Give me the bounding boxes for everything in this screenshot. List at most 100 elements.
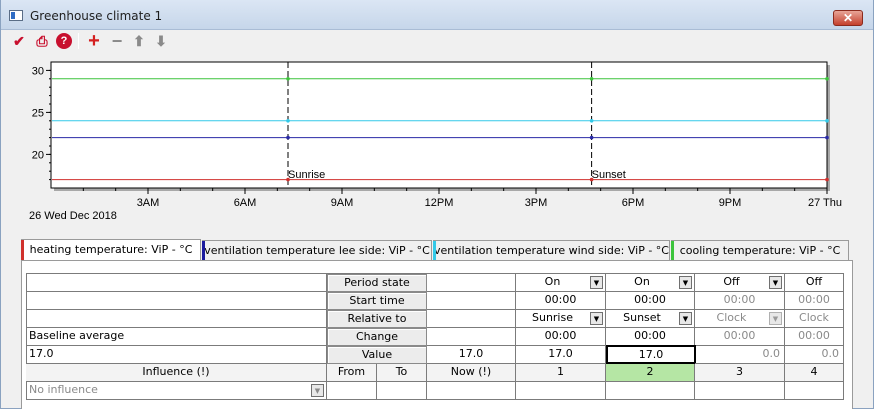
tab-label: ventilation temperature lee side: ViP - … [204,244,430,257]
period-4-state-select[interactable]: Off [785,274,844,292]
period-3-start-time[interactable]: 00:00 [695,292,785,310]
arrow-down-icon[interactable]: ⬇ [152,32,170,50]
period-1-relative-select[interactable]: Sunrise ▼ [516,310,606,328]
tab-cooling-temperature[interactable]: cooling temperature: ViP - °C [671,240,849,261]
period-4-header[interactable]: 4 [785,364,844,382]
table-cell-empty [26,274,327,292]
value-button[interactable]: Value [327,346,427,364]
period-4-state-value: Off [805,275,823,288]
table-cell-empty [26,310,327,328]
x-tick-label: 3AM [137,197,160,209]
checkmark-icon[interactable]: ✔ [10,32,28,50]
period-2-header[interactable]: 2 [606,364,695,382]
series-point [286,135,290,140]
x-tick-label: 12PM [425,197,454,209]
series-point [286,119,290,123]
period-4-influence [785,382,844,400]
from-cell[interactable] [327,382,377,400]
y-tick-label: 30 [32,65,44,77]
relative-to-button[interactable]: Relative to [327,310,427,328]
period-state-button[interactable]: Period state [327,274,427,292]
now-header[interactable]: Now (!) [427,364,516,382]
from-header[interactable]: From [327,364,377,382]
chevron-down-icon[interactable]: ▼ [679,276,692,289]
x-tick-label: 9AM [331,197,354,209]
period-1-header[interactable]: 1 [516,364,606,382]
period-3-value[interactable]: 0.0 [695,346,785,364]
series-point [825,77,829,81]
current-value: 17.0 [427,346,516,364]
period-2-relative-value: Sunset [623,311,661,324]
table-cell-empty [427,274,516,292]
period-4-value[interactable]: 0.0 [785,346,844,364]
period-2-state-select[interactable]: On ▼ [606,274,695,292]
series-point [286,177,290,182]
period-1-value[interactable]: 17.0 [516,346,606,364]
chevron-down-icon[interactable]: ▼ [769,312,782,325]
period-4-change[interactable]: 00:00 [785,328,844,346]
chevron-down-icon[interactable]: ▼ [311,384,324,397]
chevron-down-icon[interactable]: ▼ [679,312,692,325]
period-1-change[interactable]: 00:00 [516,328,606,346]
climate-chart: 20 25 30 3AM 6AM 9AM 12PM 3PM 6PM 9PM 27 Thu Sunris… [1,54,873,226]
printer-icon[interactable]: ⎙ [33,32,51,50]
period-1-start-time[interactable]: 00:00 [516,292,606,310]
series-point [825,119,829,123]
to-header[interactable]: To [377,364,427,382]
period-3-header[interactable]: 3 [695,364,785,382]
period-3-state-value: Off [723,275,740,288]
chevron-down-icon[interactable]: ▼ [590,312,603,325]
influence-header[interactable]: Influence (!) [26,364,327,382]
tab-color-stripe [433,241,436,261]
table-cell-empty [26,292,327,310]
series-point [286,77,290,81]
start-time-button[interactable]: Start time [327,292,427,310]
close-button[interactable]: ✕ [833,10,863,26]
tab-color-stripe [21,240,24,260]
tab-label: ventilation temperature wind side: ViP -… [434,244,669,257]
to-cell[interactable] [377,382,427,400]
tab-heating-temperature[interactable]: heating temperature: ViP - °C [21,239,201,261]
tab-color-stripe [671,241,674,261]
arrow-up-icon[interactable]: ⬆ [130,32,148,50]
help-icon[interactable]: ? [56,33,72,49]
period-4-relative-select[interactable]: Clock [785,310,844,328]
period-1-state-select[interactable]: On ▼ [516,274,606,292]
period-2-relative-select[interactable]: Sunset ▼ [606,310,695,328]
table-cell-empty [427,328,516,346]
influence-select[interactable]: No influence ▼ [26,382,327,400]
period-1-influence [516,382,606,400]
period-3-relative-select[interactable]: Clock ▼ [695,310,785,328]
period-4-start-time[interactable]: 00:00 [785,292,844,310]
tab-ventilation-wind[interactable]: ventilation temperature wind side: ViP -… [433,240,670,261]
x-tick-label: 6PM [622,197,645,209]
baseline-label: Baseline average [26,328,327,346]
series-point [825,177,829,182]
greenhouse-climate-window: Greenhouse climate 1 ✕ ✔ ⎙ ? + − ⬆ ⬇ 20 2… [0,0,874,409]
period-2-change[interactable]: 00:00 [606,328,695,346]
y-tick-label: 25 [32,107,44,119]
chart-start-date: 26 Wed Dec 2018 [29,210,117,222]
period-2-start-time[interactable]: 00:00 [606,292,695,310]
period-3-relative-value: Clock [716,311,747,324]
tab-ventilation-lee[interactable]: ventilation temperature lee side: ViP - … [202,240,432,261]
change-button[interactable]: Change [327,328,427,346]
chart-svg: 2025303AM 6AM 9AM 12PM 3PM 6PM 9PM 27 ThuSunris… [32,61,842,209]
add-icon[interactable]: + [85,31,103,51]
x-tick-label: 27 Thu [808,197,842,209]
window-icon [9,10,23,21]
now-cell [427,382,516,400]
chevron-down-icon[interactable]: ▼ [769,276,782,289]
chevron-down-icon[interactable]: ▼ [590,276,603,289]
baseline-value[interactable]: 17.0 [26,346,327,364]
period-3-influence [695,382,785,400]
period-3-change[interactable]: 00:00 [695,328,785,346]
table-cell-empty [427,310,516,328]
period-1-state-value: On [544,275,561,288]
toolbar: ✔ ⎙ ? + − ⬆ ⬇ [1,30,873,52]
period-3-state-select[interactable]: Off ▼ [695,274,785,292]
title-bar: Greenhouse climate 1 ✕ [1,0,873,30]
remove-icon[interactable]: − [108,32,126,50]
period-2-value[interactable]: 17.0 [606,345,696,364]
period-2-state-value: On [634,275,650,288]
